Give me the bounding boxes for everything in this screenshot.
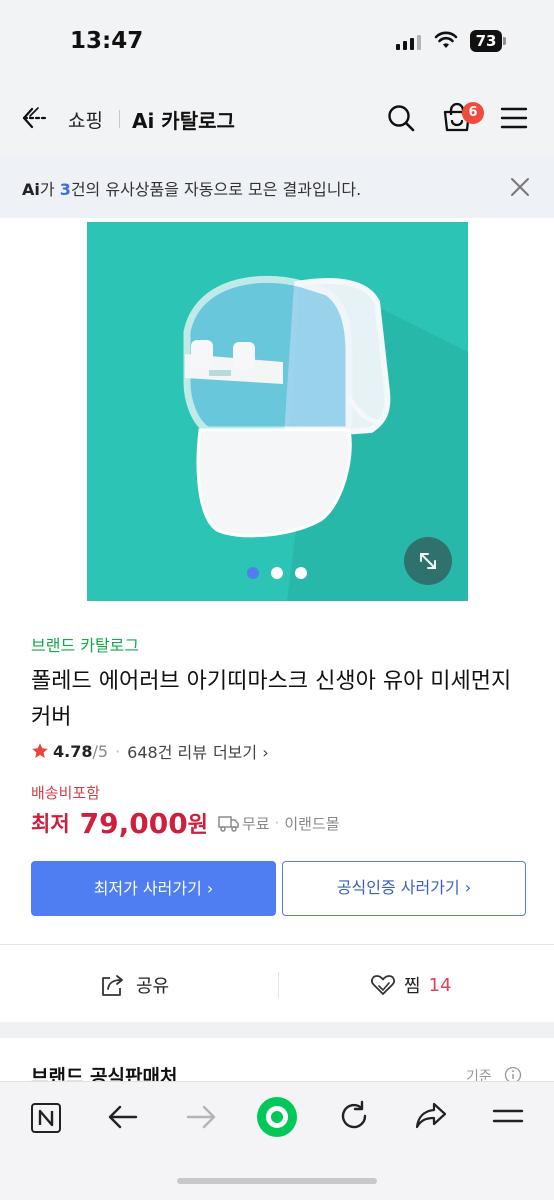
zoom-button[interactable] xyxy=(404,537,452,585)
ai-notice-text: Ai가 3건의 유사상품을 자동으로 모은 결과입니다. xyxy=(22,176,361,200)
more-icon[interactable] xyxy=(492,1104,524,1128)
cellular-signal-icon xyxy=(396,34,421,50)
menu-icon[interactable] xyxy=(500,105,528,131)
header-divider xyxy=(119,110,120,128)
wish-count: 14 xyxy=(428,974,452,996)
price-value: 79,000 xyxy=(79,806,188,840)
battery-icon: 73 xyxy=(470,30,506,52)
section-spacer xyxy=(0,1022,554,1038)
wifi-icon xyxy=(434,31,458,48)
naver-n-icon[interactable] xyxy=(30,1102,62,1134)
price-unit: 원 xyxy=(187,813,208,838)
forward-icon[interactable] xyxy=(184,1102,218,1132)
back-arrow-icon[interactable] xyxy=(20,102,52,134)
divider xyxy=(0,944,554,945)
buy-lowest-price-button[interactable]: 최저가 사러가기 › xyxy=(31,861,276,916)
home-indicator xyxy=(177,1178,377,1184)
battery-level: 73 xyxy=(470,30,502,52)
cart-count-badge: 6 xyxy=(462,102,484,124)
status-bar: 13:47 73 xyxy=(0,0,554,80)
expand-icon xyxy=(420,553,436,569)
gallery-dot-1[interactable] xyxy=(247,567,259,579)
rating-total: /5 xyxy=(92,741,109,761)
free-shipping: 무료 xyxy=(241,814,270,833)
review-count[interactable]: 648건 리뷰 xyxy=(127,739,207,763)
action-divider xyxy=(278,972,279,998)
buy-official-button[interactable]: 공식인증 사러가기 › xyxy=(282,861,526,916)
notice-part2: 건의 유사상품을 자동으로 모은 결과입니다. xyxy=(70,180,362,199)
separator-dot: · xyxy=(274,814,280,832)
refresh-icon[interactable] xyxy=(338,1100,370,1132)
rating-row: 4.78 /5 · 648건 리뷰 더보기 › xyxy=(31,740,269,762)
share-icon xyxy=(102,975,123,996)
ai-notice-banner: Ai가 3건의 유사상품을 자동으로 모은 결과입니다. xyxy=(0,156,554,218)
gallery-dot-3[interactable] xyxy=(295,567,307,579)
wish-label: 찜 xyxy=(404,976,421,997)
ai-label: Ai xyxy=(22,180,40,199)
shipping-included-label: 배송비포함 xyxy=(31,784,101,802)
share-icon[interactable] xyxy=(414,1100,448,1132)
similar-count: 3 xyxy=(59,180,71,199)
seller-name[interactable]: 이랜드몰 xyxy=(284,813,339,834)
back-icon[interactable] xyxy=(106,1102,140,1132)
heart-icon xyxy=(371,975,395,995)
price-prefix: 최저 xyxy=(31,812,70,836)
app-header: 쇼핑 Ai 카탈로그 6 xyxy=(0,80,554,156)
home-green-icon[interactable] xyxy=(256,1096,298,1138)
share-label: 공유 xyxy=(136,976,170,997)
rating-value: 4.78 xyxy=(53,741,93,761)
page-title: Ai 카탈로그 xyxy=(132,109,235,133)
star-icon xyxy=(32,743,48,758)
status-time: 13:47 xyxy=(70,28,144,54)
search-icon[interactable] xyxy=(386,103,416,133)
close-icon[interactable] xyxy=(508,175,532,199)
gallery-dot-2[interactable] xyxy=(271,567,283,579)
wishlist-button[interactable]: 찜 14 xyxy=(370,970,451,1000)
truck-icon xyxy=(218,816,239,832)
shopping-link[interactable]: 쇼핑 xyxy=(68,106,103,133)
brand-catalog-label[interactable]: 브랜드 카탈로그 xyxy=(31,632,139,656)
share-button[interactable]: 공유 xyxy=(100,970,169,1000)
separator-dot: · xyxy=(115,741,121,761)
notice-part1: 가 xyxy=(39,180,60,199)
product-title: 폴레드 에어러브 아기띠마스크 신생아 유아 미세먼지 커버 xyxy=(31,669,512,730)
price-row: 최저 79,000 원 무료 · 이랜드몰 xyxy=(31,803,340,843)
review-more-link[interactable]: 더보기 › xyxy=(213,739,269,763)
